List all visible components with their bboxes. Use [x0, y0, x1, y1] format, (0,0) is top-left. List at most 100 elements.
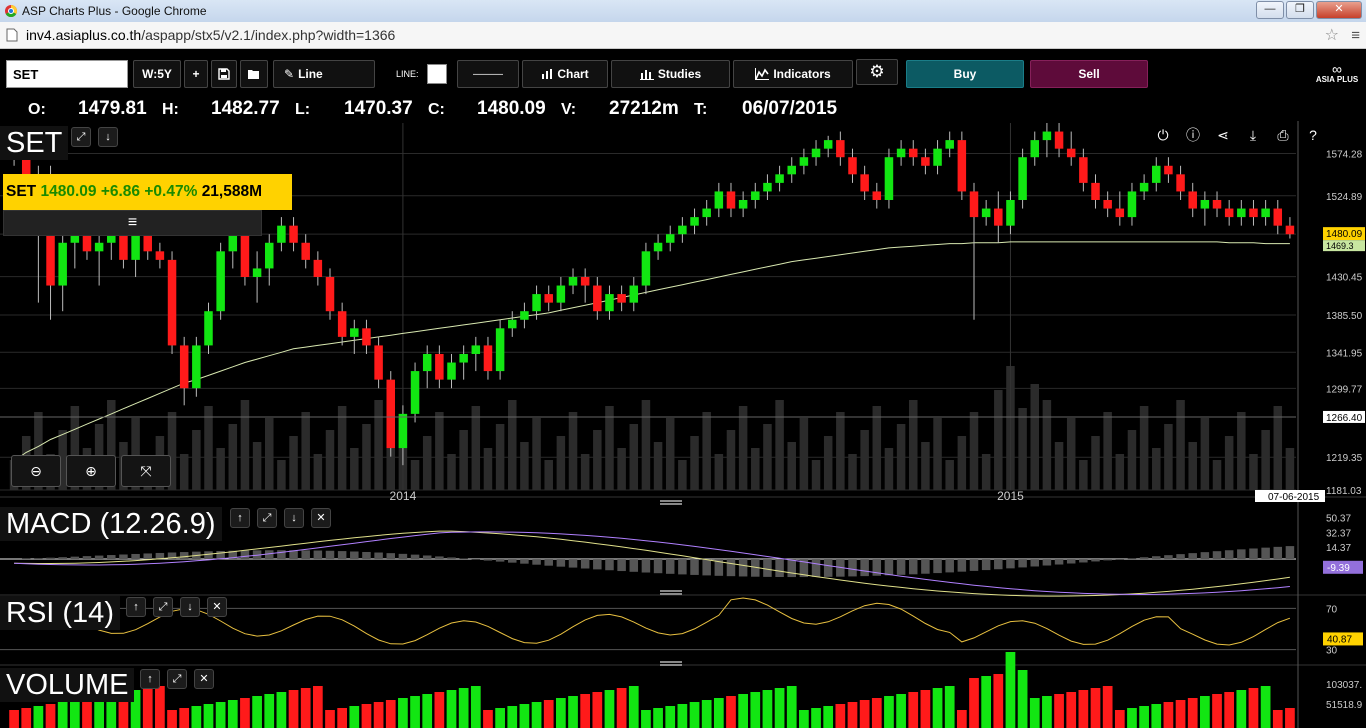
- main-volume-bar: [532, 418, 541, 490]
- power-button[interactable]: ⏻: [1153, 125, 1173, 145]
- bookmark-star-icon[interactable]: ☆: [1325, 25, 1339, 45]
- volume-bar: [932, 688, 943, 728]
- candle-body: [1018, 157, 1027, 200]
- main-volume-bar: [629, 424, 639, 490]
- volume-bar: [1272, 710, 1283, 728]
- main-volume-bar: [240, 400, 250, 490]
- rsi-expand-button[interactable]: ⤢: [153, 597, 173, 617]
- line-color-swatch[interactable]: [427, 64, 447, 84]
- macd-move-up-button[interactable]: ↑: [230, 508, 250, 528]
- rsi-move-up-button[interactable]: ↑: [126, 597, 146, 617]
- y-tick-label: 1181.03: [1326, 486, 1362, 497]
- print-button[interactable]: ⎙: [1273, 125, 1293, 145]
- studies-button[interactable]: Studies: [611, 60, 730, 88]
- macd-histogram-bar: [908, 559, 918, 575]
- settings-button[interactable]: ⚙: [856, 59, 898, 85]
- url-text[interactable]: inv4.asiaplus.co.th/aspapp/stx5/v2.1/ind…: [26, 27, 395, 43]
- volume-bar: [762, 690, 773, 728]
- macd-histogram-bar: [1249, 548, 1258, 560]
- info-button[interactable]: ⓘ: [1183, 125, 1203, 145]
- minimize-button[interactable]: —: [1256, 1, 1284, 19]
- volume-bar: [689, 702, 700, 728]
- macd-tick-label: 50.37: [1326, 514, 1351, 525]
- main-volume-bar: [617, 448, 626, 490]
- chart-type-button[interactable]: Chart: [522, 60, 608, 88]
- candle-body: [1079, 157, 1088, 183]
- macd-histogram-bar: [580, 559, 590, 569]
- volume-bar: [458, 688, 469, 728]
- open-button[interactable]: [240, 60, 268, 88]
- macd-tick-label: 32.37: [1326, 528, 1351, 539]
- candle-body: [775, 174, 784, 183]
- hline-label: 1266.40: [1326, 413, 1363, 424]
- chrome-menu-icon[interactable]: ≡: [1351, 27, 1360, 44]
- buy-button[interactable]: Buy: [906, 60, 1024, 88]
- candle-body: [1042, 131, 1052, 141]
- move-down-main-button[interactable]: ↓: [98, 127, 118, 147]
- volume-bar: [519, 704, 530, 728]
- volume-bar: [859, 700, 870, 728]
- volume-bar: [1224, 692, 1235, 728]
- macd-move-down-button[interactable]: ↓: [284, 508, 304, 528]
- volume-move-up-button[interactable]: ↑: [140, 669, 160, 689]
- download-button[interactable]: ⤓: [1243, 125, 1263, 145]
- macd-histogram-bar: [957, 559, 967, 572]
- main-volume-bar: [1188, 442, 1197, 490]
- macd-histogram-bar: [617, 559, 626, 572]
- address-bar[interactable]: inv4.asiaplus.co.th/aspapp/stx5/v2.1/ind…: [0, 22, 1366, 49]
- quote-menu-button[interactable]: ≡: [3, 210, 262, 236]
- arrow-down-icon: ↓: [291, 512, 297, 524]
- line-tool-button[interactable]: ✎ Line: [273, 60, 375, 88]
- save-button[interactable]: [211, 60, 237, 88]
- maximize-button[interactable]: ❐: [1286, 1, 1314, 19]
- fit-screen-button[interactable]: ⤧: [121, 455, 171, 487]
- zoom-out-button[interactable]: ⊖: [11, 455, 61, 487]
- volume-bar: [264, 694, 275, 728]
- zoom-in-button[interactable]: ⊕: [66, 455, 116, 487]
- macd-expand-button[interactable]: ⤢: [257, 508, 277, 528]
- indicators-label: Indicators: [773, 67, 831, 81]
- y-tick-label: 1299.77: [1326, 384, 1363, 395]
- fullscreen-icon: ⤧: [140, 463, 152, 479]
- main-volume-bar: [580, 454, 590, 490]
- volume-bar: [276, 692, 287, 728]
- candle-body: [471, 345, 481, 354]
- candle-body: [1103, 199, 1112, 209]
- studies-label: Studies: [657, 67, 702, 81]
- macd-histogram-bar: [1103, 559, 1112, 561]
- volume-close-button[interactable]: ✕: [194, 669, 214, 689]
- share-button[interactable]: ⋖: [1213, 125, 1233, 145]
- main-volume-bar: [422, 436, 432, 490]
- help-button[interactable]: ?: [1303, 125, 1323, 145]
- volume-bar: [543, 700, 554, 728]
- main-volume-bar: [690, 436, 699, 490]
- close-button[interactable]: ✕: [1316, 1, 1362, 19]
- line-style-select[interactable]: ———: [457, 60, 519, 88]
- candle-body: [143, 234, 152, 252]
- candle-body: [787, 165, 796, 175]
- indicators-button[interactable]: Indicators: [733, 60, 853, 88]
- macd-close-button[interactable]: ✕: [311, 508, 331, 528]
- add-button[interactable]: +: [184, 60, 208, 88]
- candle-body: [860, 174, 869, 192]
- sell-button[interactable]: Sell: [1030, 60, 1148, 88]
- volume-bar: [82, 698, 92, 728]
- period-button[interactable]: W:5Y: [133, 60, 181, 88]
- indicators-icon: [755, 68, 770, 80]
- volume-bar: [385, 700, 396, 728]
- symbol-input[interactable]: [6, 60, 128, 88]
- main-volume-bar: [410, 460, 420, 490]
- candle-body: [921, 157, 930, 166]
- candle-body: [447, 362, 456, 380]
- candle-body: [58, 242, 67, 286]
- bar-chart-icon: [542, 69, 553, 79]
- volume-bar: [398, 698, 408, 728]
- candle-body: [994, 208, 1003, 226]
- volume-expand-button[interactable]: ⤢: [167, 669, 187, 689]
- candle-body: [240, 234, 250, 277]
- macd-histogram-bar: [435, 556, 444, 560]
- expand-main-button[interactable]: ⤢: [71, 127, 91, 147]
- rsi-close-button[interactable]: ✕: [207, 597, 227, 617]
- rsi-move-down-button[interactable]: ↓: [180, 597, 200, 617]
- main-volume-bar: [495, 424, 505, 490]
